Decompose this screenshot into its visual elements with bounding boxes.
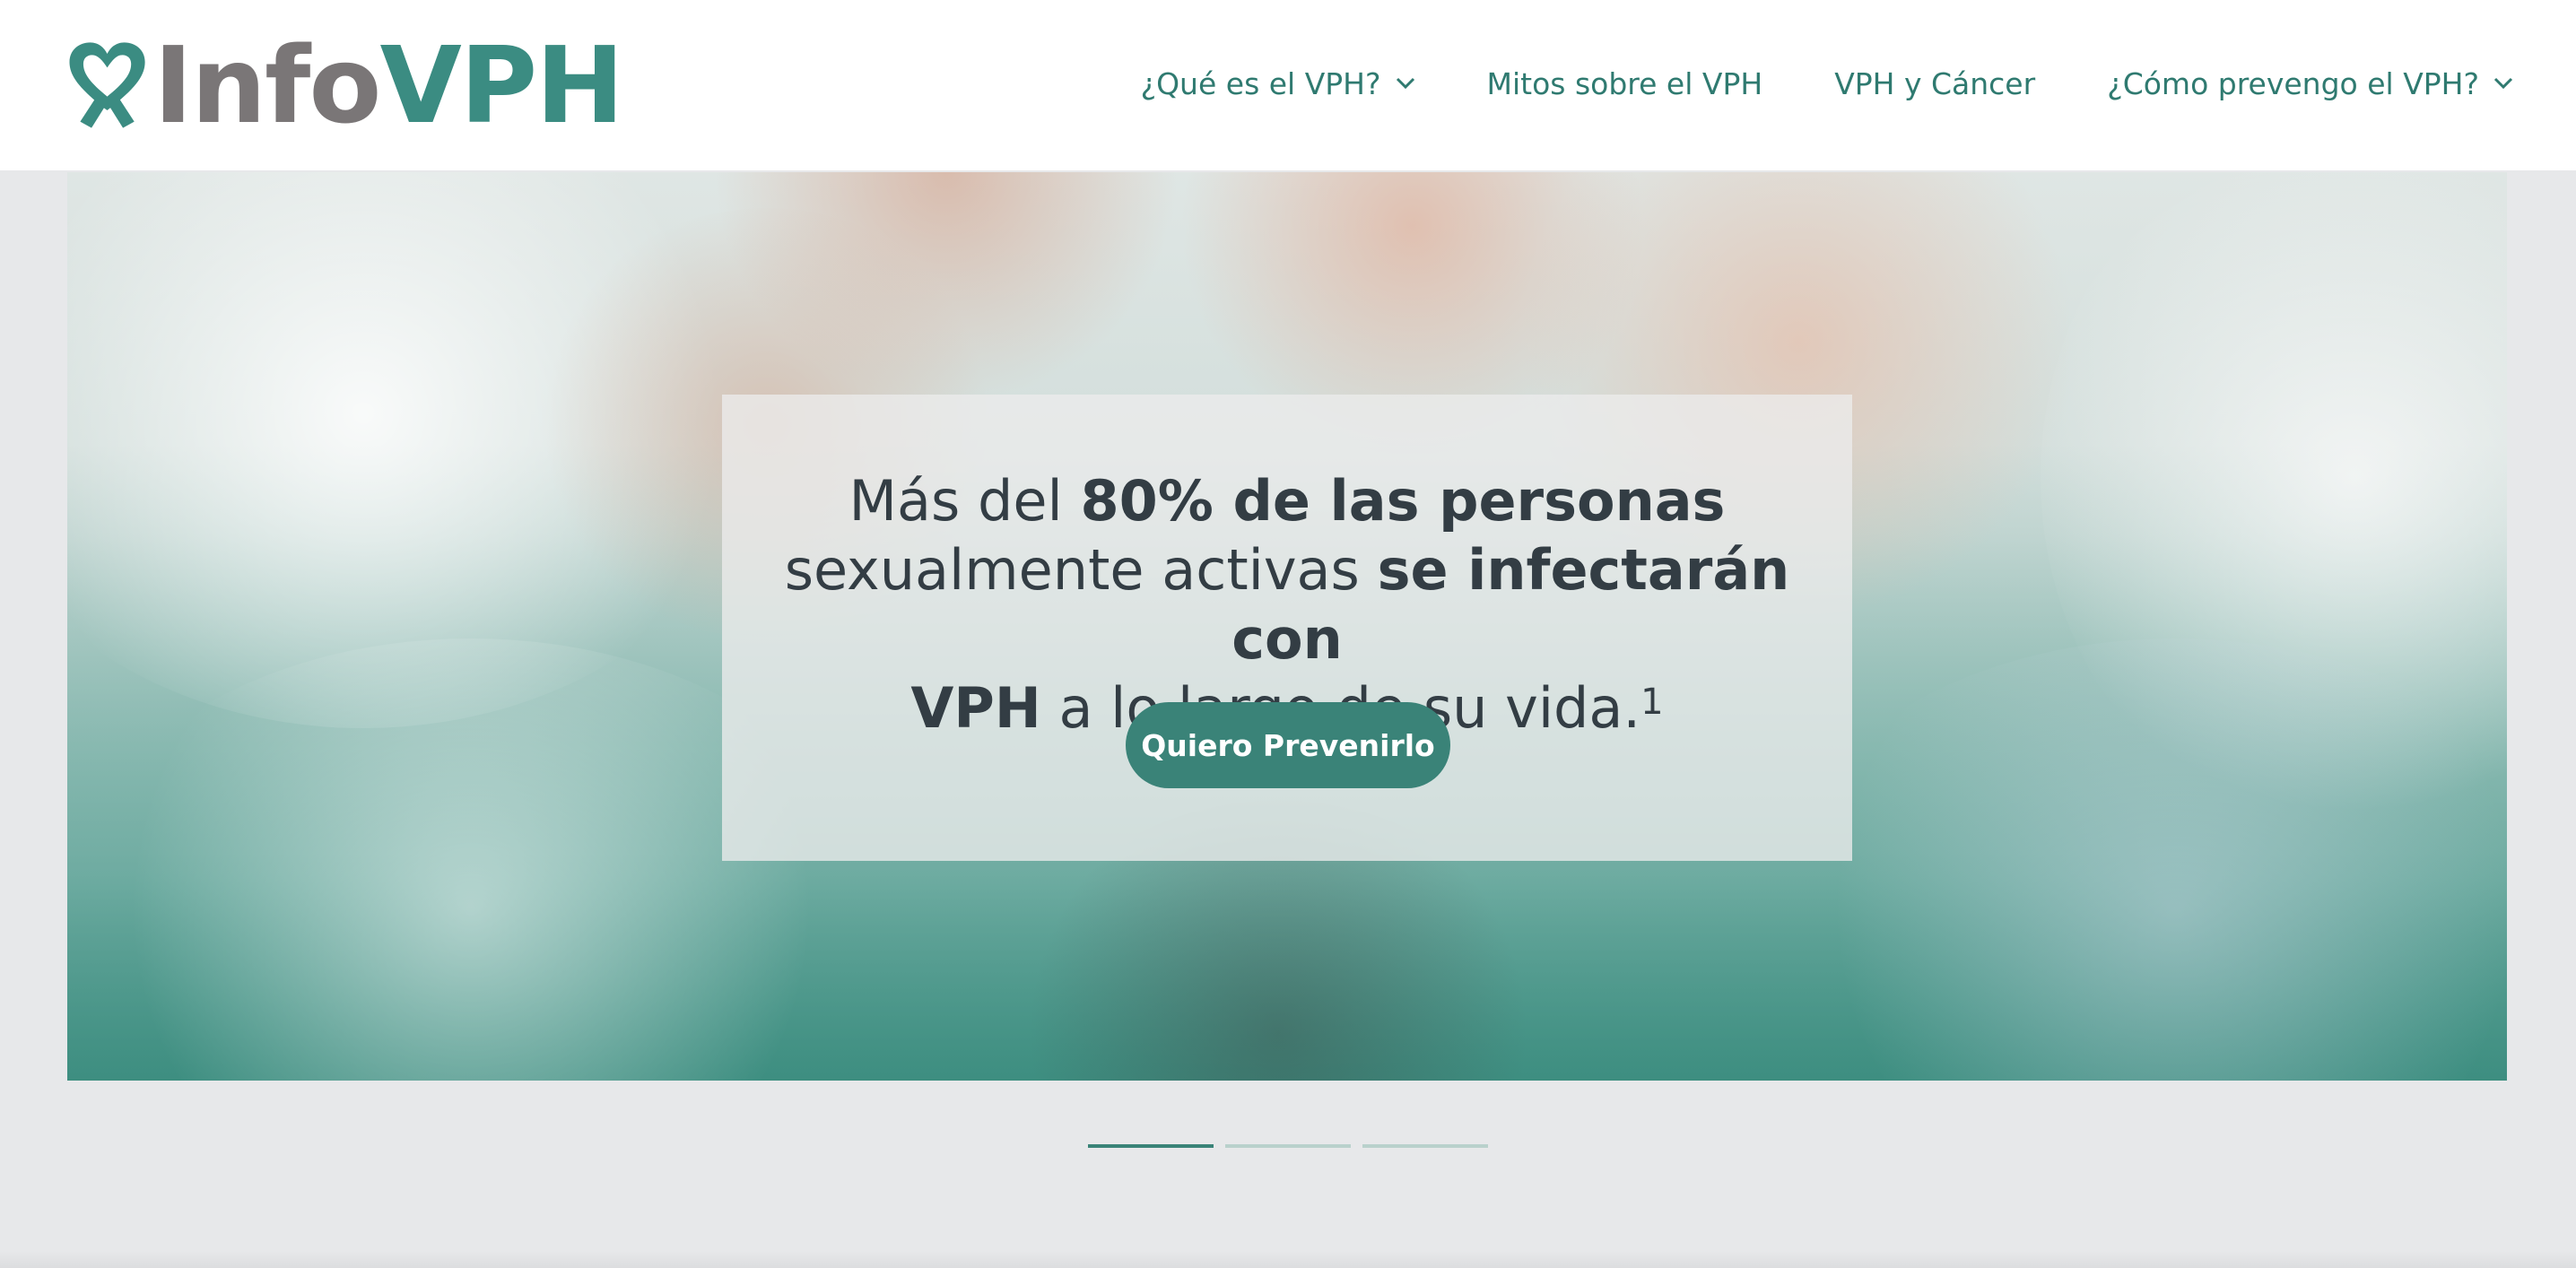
photo-figure-shape	[1771, 638, 2507, 1081]
carousel-indicator-2[interactable]	[1225, 1144, 1351, 1148]
headline-bold: 80% de las personas	[1080, 468, 1726, 534]
brand-wordmark: InfoVPH	[153, 32, 624, 138]
chevron-down-icon	[1396, 77, 1414, 90]
brand-logo[interactable]: InfoVPH	[66, 18, 624, 152]
section-divider	[0, 1251, 2576, 1268]
headline-bold: VPH	[910, 675, 1041, 741]
brand-vph: VPH	[379, 23, 624, 147]
heart-ribbon-icon	[69, 42, 145, 128]
nav-item-label: ¿Qué es el VPH?	[1140, 65, 1381, 101]
hero-text-panel: Más del 80% de las personas sexualmente …	[722, 395, 1852, 861]
nav-item-mitos[interactable]: Mitos sobre el VPH	[1487, 66, 1763, 101]
footnote-marker[interactable]: 1	[1640, 682, 1663, 723]
nav-item-label: VPH y Cáncer	[1834, 65, 2036, 101]
carousel-indicators	[1088, 1144, 1488, 1148]
nav-item-label: Mitos sobre el VPH	[1486, 65, 1763, 101]
nav-item-como-prevengo[interactable]: ¿Cómo prevengo el VPH?	[2107, 66, 2513, 101]
hero-slide: Más del 80% de las personas sexualmente …	[67, 172, 2507, 1081]
main-nav: ¿Qué es el VPH? Mitos sobre el VPH VPH y…	[1069, 52, 2513, 115]
site-header: InfoVPH ¿Qué es el VPH? Mitos sobre el V…	[0, 0, 2576, 170]
quiero-prevenirlo-button[interactable]: Quiero Prevenirlo	[1126, 702, 1450, 788]
carousel-indicator-1[interactable]	[1088, 1144, 1214, 1148]
carousel-indicator-3[interactable]	[1362, 1144, 1488, 1148]
nav-item-label: ¿Cómo prevengo el VPH?	[2107, 65, 2479, 101]
nav-item-que-es[interactable]: ¿Qué es el VPH?	[1141, 66, 1415, 101]
hero-headline: Más del 80% de las personas sexualmente …	[722, 466, 1852, 743]
nav-item-vph-cancer[interactable]: VPH y Cáncer	[1834, 66, 2035, 101]
headline-text: sexualmente activas	[784, 537, 1378, 603]
chevron-down-icon	[2493, 77, 2513, 90]
headline-text: Más del	[849, 468, 1081, 534]
brand-info: Info	[153, 23, 381, 147]
